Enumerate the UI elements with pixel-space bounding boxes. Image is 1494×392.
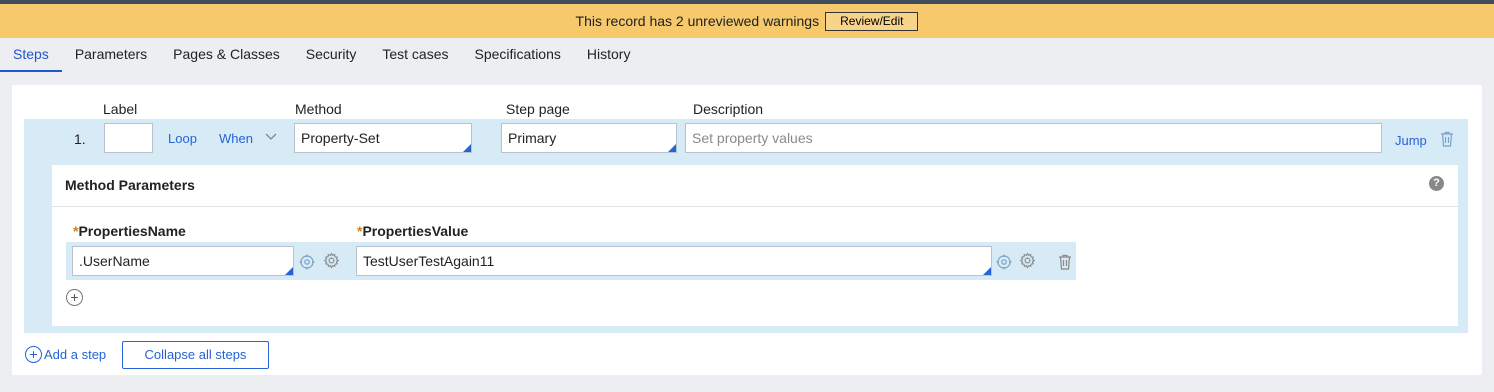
step-number: 1. xyxy=(74,131,86,147)
properties-value-input[interactable]: TestUserTestAgain11 xyxy=(356,246,992,276)
tab-parameters[interactable]: Parameters xyxy=(62,38,160,72)
review-edit-button[interactable]: Review/Edit xyxy=(825,11,919,31)
method-parameters-title: Method Parameters xyxy=(65,177,195,193)
properties-value-header: *PropertiesValue xyxy=(357,223,468,239)
add-step-label: Add a step xyxy=(44,347,107,362)
properties-value-header-text: PropertiesValue xyxy=(362,223,469,239)
description-placeholder: Set property values xyxy=(692,130,813,146)
trash-icon[interactable] xyxy=(1440,131,1454,150)
properties-name-header-text: PropertiesName xyxy=(78,223,186,239)
column-header-step-page: Step page xyxy=(506,101,570,117)
warning-message: This record has 2 unreviewed warnings xyxy=(575,13,820,29)
method-value: Property-Set xyxy=(301,130,380,146)
properties-name-value: .UserName xyxy=(79,253,150,269)
step-label-input[interactable] xyxy=(104,123,153,153)
loop-link[interactable]: Loop xyxy=(168,131,197,146)
autocomplete-corner-icon xyxy=(668,144,676,152)
collapse-all-steps-button[interactable]: Collapse all steps xyxy=(122,341,269,369)
column-header-label: Label xyxy=(103,101,138,117)
autocomplete-corner-icon xyxy=(983,267,991,275)
add-step-icon: + xyxy=(25,346,42,363)
tab-specifications[interactable]: Specifications xyxy=(462,38,574,72)
gear-icon[interactable] xyxy=(323,252,340,272)
properties-name-header: *PropertiesName xyxy=(73,223,186,239)
properties-value-value: TestUserTestAgain11 xyxy=(363,253,495,269)
warning-bar: This record has 2 unreviewed warnings Re… xyxy=(0,4,1494,38)
step-page-value: Primary xyxy=(508,130,557,146)
jump-link[interactable]: Jump xyxy=(1395,133,1427,148)
column-header-method: Method xyxy=(295,101,342,117)
column-header-description: Description xyxy=(693,101,764,117)
autocomplete-corner-icon xyxy=(463,144,471,152)
description-input[interactable]: Set property values xyxy=(685,123,1382,153)
tab-bar: Steps Parameters Pages & Classes Securit… xyxy=(0,38,1494,72)
trash-icon[interactable] xyxy=(1058,254,1072,273)
add-step-link[interactable]: + Add a step xyxy=(25,346,106,363)
gear-icon[interactable] xyxy=(1019,252,1036,272)
method-input[interactable]: Property-Set xyxy=(294,123,472,153)
target-icon[interactable] xyxy=(996,254,1012,273)
autocomplete-corner-icon xyxy=(285,267,293,275)
when-link[interactable]: When xyxy=(219,131,253,146)
tab-pages-classes[interactable]: Pages & Classes xyxy=(160,38,293,72)
help-icon[interactable]: ? xyxy=(1429,176,1444,191)
tab-history[interactable]: History xyxy=(574,38,644,72)
tab-security[interactable]: Security xyxy=(293,38,370,72)
properties-name-input[interactable]: .UserName xyxy=(72,246,294,276)
tab-steps[interactable]: Steps xyxy=(0,38,62,72)
tab-test-cases[interactable]: Test cases xyxy=(369,38,461,72)
step-page-input[interactable]: Primary xyxy=(501,123,677,153)
add-parameter-icon[interactable]: + xyxy=(66,289,83,306)
chevron-down-icon[interactable] xyxy=(264,130,278,145)
target-icon[interactable] xyxy=(299,254,315,273)
section-divider xyxy=(52,206,1458,207)
